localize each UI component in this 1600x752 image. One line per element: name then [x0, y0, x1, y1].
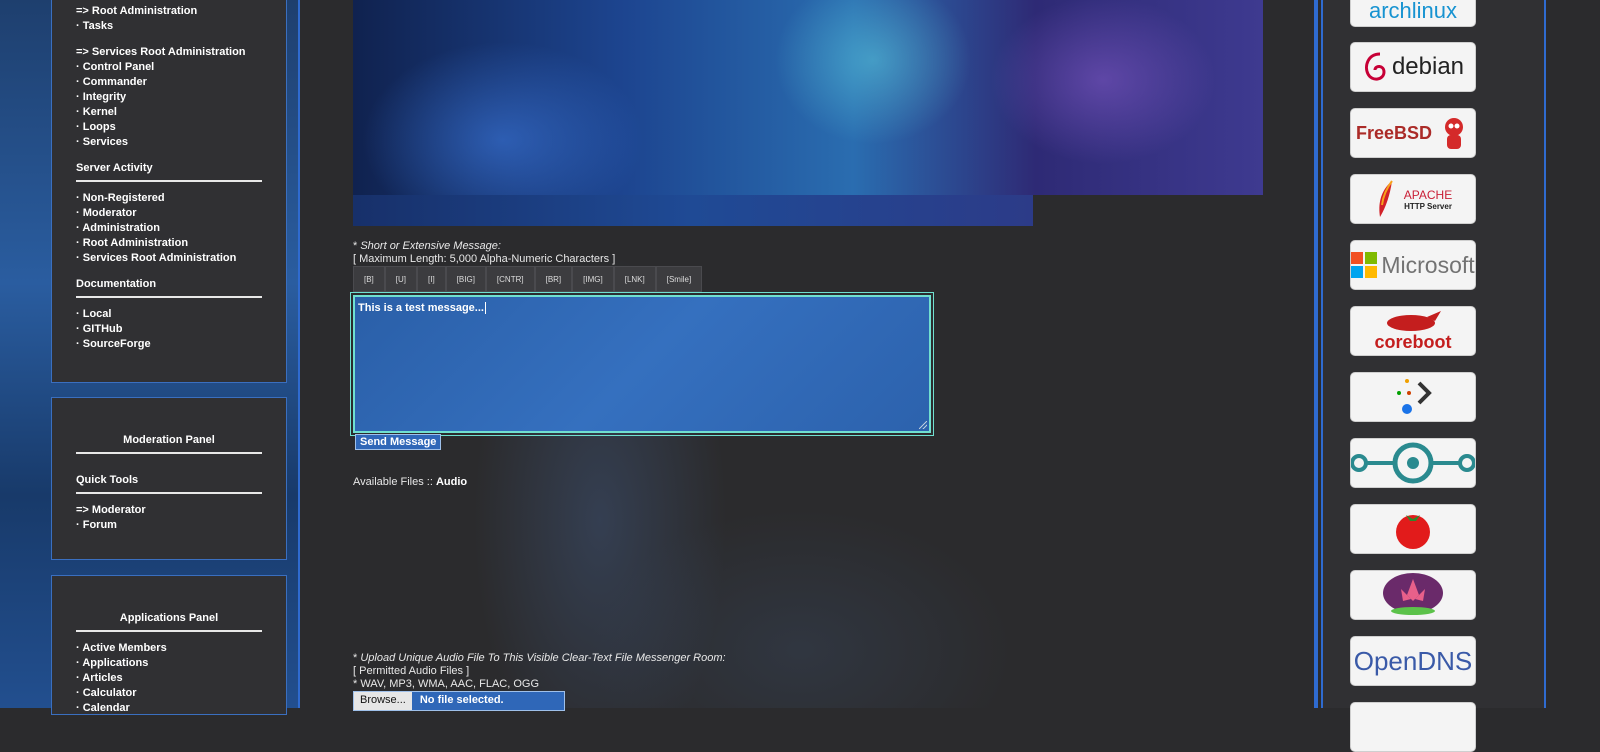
- integrity-link[interactable]: Integrity: [76, 90, 262, 105]
- debian-swirl-icon: [1364, 52, 1386, 81]
- dots-arrow-logo[interactable]: [1350, 372, 1476, 422]
- resize-handle-icon[interactable]: [919, 421, 927, 429]
- divider: [76, 492, 262, 494]
- no-file-selected: No file selected.: [411, 692, 564, 710]
- tomato-icon: [1396, 515, 1430, 549]
- file-input[interactable]: Browse... No file selected.: [353, 691, 565, 711]
- services-root-administration-activity-link[interactable]: Services Root Administration: [76, 251, 262, 266]
- lotus-icon: [1383, 573, 1443, 615]
- underline-button[interactable]: [U]: [384, 266, 418, 292]
- tasks-link[interactable]: Tasks: [76, 19, 262, 34]
- banner-image: [353, 0, 1263, 195]
- image-button[interactable]: [IMG]: [572, 266, 614, 292]
- apache-logo[interactable]: APACHE HTTP Server: [1350, 174, 1476, 224]
- divider: [76, 452, 262, 454]
- message-text: This is a test message...: [358, 302, 484, 314]
- formatting-toolbar: [B] [U] [I] [BIG] [CNTR] [BR] [IMG] [LNK…: [353, 266, 703, 292]
- moderator-link[interactable]: => Moderator: [76, 503, 262, 518]
- github-link[interactable]: GITHub: [76, 322, 262, 337]
- root-administration-activity-link[interactable]: Root Administration: [76, 236, 262, 251]
- max-length-note: [ Maximum Length: 5,000 Alpha-Numeric Ch…: [353, 253, 616, 265]
- available-files: Available Files :: Audio: [353, 476, 468, 488]
- forum-link[interactable]: Forum: [76, 518, 262, 533]
- applications-panel: Applications Panel Active Members Applic…: [51, 575, 287, 715]
- dots-chevron-icon: [1397, 379, 1432, 414]
- sourceforge-link[interactable]: SourceForge: [76, 337, 262, 352]
- local-docs-link[interactable]: Local: [76, 307, 262, 322]
- bold-button[interactable]: [B]: [353, 266, 385, 292]
- microsoft-squares-icon: [1351, 252, 1378, 278]
- applications-panel-title: Applications Panel: [119, 612, 219, 624]
- moderation-panel: Moderation Panel Quick Tools => Moderato…: [51, 397, 287, 560]
- moderation-panel-title: Moderation Panel: [123, 434, 215, 446]
- microsoft-logo[interactable]: Microsoft: [1350, 240, 1476, 290]
- services-link[interactable]: Services: [76, 135, 262, 150]
- column-divider: [1316, 0, 1318, 708]
- moderator-activity-link[interactable]: Moderator: [76, 206, 262, 221]
- banner-image-extension: [353, 195, 1033, 226]
- bsd-daemon-icon: [1445, 118, 1464, 149]
- apache-feather-icon: [1379, 180, 1393, 217]
- non-registered-link[interactable]: Non-Registered: [76, 191, 262, 206]
- calculator-link[interactable]: Calculator: [76, 686, 262, 701]
- tomato-logo[interactable]: [1350, 504, 1476, 554]
- lotus-logo[interactable]: [1350, 570, 1476, 620]
- debian-logo[interactable]: debian: [1350, 42, 1476, 92]
- applications-link[interactable]: Applications: [76, 656, 262, 671]
- quick-tools-heading: Quick Tools: [76, 474, 139, 486]
- right-sidebar: archlinux debian FreeBSD APACHE HTTP Ser…: [1314, 0, 1546, 752]
- link-button[interactable]: [LNK]: [613, 266, 656, 292]
- upload-label: * Upload Unique Audio File To This Visib…: [353, 652, 726, 664]
- root-administration-link[interactable]: => Root Administration: [76, 4, 262, 19]
- documentation-heading: Documentation: [76, 278, 157, 290]
- smile-button[interactable]: [Smile]: [655, 266, 703, 292]
- administration-link[interactable]: Administration: [76, 221, 262, 236]
- permitted-files-note: [ Permitted Audio Files ]: [353, 665, 470, 677]
- archlinux-logo[interactable]: archlinux: [1350, 0, 1476, 27]
- available-files-audio-link[interactable]: Audio: [436, 476, 467, 488]
- calendar-link[interactable]: Calendar: [76, 701, 262, 716]
- coreboot-hare-icon: [1387, 311, 1441, 331]
- divider: [76, 630, 262, 632]
- server-activity-heading: Server Activity: [76, 162, 153, 174]
- articles-link[interactable]: Articles: [76, 671, 262, 686]
- italic-button[interactable]: [I]: [417, 266, 446, 292]
- center-button[interactable]: [CNTR]: [485, 266, 535, 292]
- commander-link[interactable]: Commander: [76, 75, 262, 90]
- administration-panel: => Root Administration Tasks => Services…: [51, 0, 287, 383]
- send-message-button[interactable]: Send Message: [355, 434, 442, 450]
- opendns-logo[interactable]: OpenDNS: [1350, 636, 1476, 686]
- divider: [76, 180, 262, 182]
- line-break-button[interactable]: [BR]: [534, 266, 573, 292]
- browse-button[interactable]: Browse...: [354, 692, 412, 710]
- ring-logo[interactable]: [1350, 438, 1476, 488]
- message-label: * Short or Extensive Message:: [353, 240, 501, 252]
- control-panel-link[interactable]: Control Panel: [76, 60, 262, 75]
- divider: [76, 296, 262, 298]
- active-members-link[interactable]: Active Members: [76, 641, 262, 656]
- kernel-link[interactable]: Kernel: [76, 105, 262, 120]
- loops-link[interactable]: Loops: [76, 120, 262, 135]
- partner-logo[interactable]: [1350, 702, 1476, 752]
- freebsd-logo[interactable]: FreeBSD: [1350, 108, 1476, 158]
- services-root-administration-link[interactable]: => Services Root Administration: [76, 45, 262, 60]
- ring-circle-icon: [1351, 442, 1475, 484]
- formats-note: * WAV, MP3, WMA, AAC, FLAC, OGG: [353, 678, 540, 690]
- coreboot-logo[interactable]: coreboot: [1350, 306, 1476, 356]
- column-divider: [298, 0, 300, 708]
- big-button[interactable]: [BIG]: [445, 266, 486, 292]
- message-textarea[interactable]: This is a test message...: [350, 292, 934, 436]
